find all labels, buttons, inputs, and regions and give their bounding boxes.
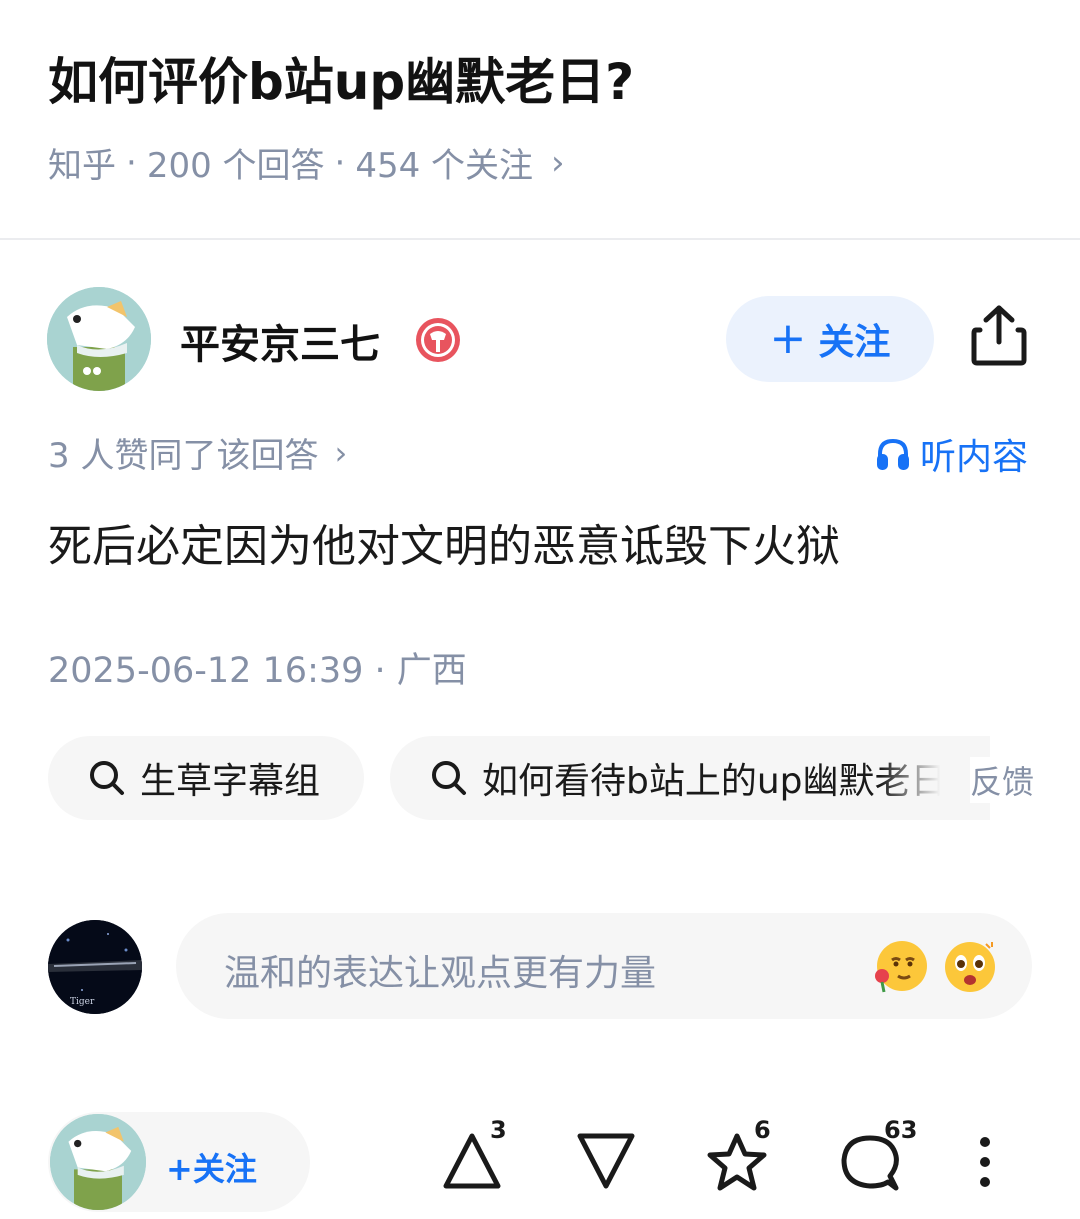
question-source: 知乎 bbox=[48, 146, 116, 186]
avatar-caption: Tiger bbox=[70, 997, 95, 1007]
emoji-surprised-icon[interactable] bbox=[942, 938, 998, 994]
votes-line[interactable]: 3 人赞同了该回答 › bbox=[48, 428, 347, 477]
author-avatar[interactable] bbox=[50, 1114, 146, 1210]
search-tag[interactable]: 生草字幕组 bbox=[48, 736, 364, 820]
emoji-rose-icon[interactable] bbox=[872, 938, 928, 994]
upvote-count: 3 bbox=[490, 1116, 507, 1144]
downvote-icon[interactable] bbox=[574, 1130, 638, 1198]
chevron-right-icon: › bbox=[334, 433, 348, 472]
listen-label: 听内容 bbox=[920, 437, 1029, 478]
search-tag-label: 生草字幕组 bbox=[140, 761, 321, 802]
follow-button[interactable]: + 关注 bbox=[726, 296, 934, 382]
headphone-icon bbox=[877, 438, 909, 470]
badge-icon bbox=[414, 316, 462, 364]
author-avatar[interactable] bbox=[47, 287, 151, 391]
search-icon bbox=[90, 761, 124, 795]
favorite-count: 6 bbox=[754, 1116, 771, 1144]
more-icon[interactable] bbox=[970, 1134, 1000, 1190]
separator-dot: · bbox=[126, 142, 137, 183]
question-title[interactable]: 如何评价b站up幽默老日? bbox=[48, 42, 634, 114]
separator-dot: · bbox=[334, 142, 346, 183]
divider bbox=[0, 238, 1080, 240]
plus-icon: + bbox=[769, 313, 807, 364]
comment-placeholder[interactable]: 温和的表达让观点更有力量 bbox=[224, 944, 656, 996]
follow-label: 关注 bbox=[818, 322, 891, 363]
bottom-follow-button[interactable]: +关注 bbox=[166, 1144, 257, 1190]
question-answer-count: 200 个回答 bbox=[146, 146, 325, 186]
search-icon bbox=[432, 761, 466, 795]
user-avatar[interactable]: Tiger bbox=[48, 920, 142, 1014]
answer-text[interactable]: 死后必定因为他对文明的恶意诋毁下火狱 bbox=[48, 510, 840, 574]
feedback-link[interactable]: 反馈 bbox=[970, 757, 1035, 803]
chevron-right-icon: › bbox=[551, 142, 565, 183]
comment-count: 63 bbox=[884, 1116, 918, 1144]
listen-button[interactable]: 听内容 bbox=[876, 428, 1028, 480]
question-meta[interactable]: 知乎 · 200 个回答 · 454 个关注 › bbox=[48, 138, 565, 187]
share-icon[interactable] bbox=[968, 302, 1030, 368]
answer-timestamp: 2025-06-12 16:39 · 广西 bbox=[48, 651, 467, 691]
question-follow-count: 454 个关注 bbox=[355, 146, 534, 186]
search-tag-label: 如何看待b站上的up幽默老日 bbox=[482, 761, 947, 802]
author-name[interactable]: 平安京三七 bbox=[180, 312, 380, 370]
votes-text: 3 人赞同了该回答 bbox=[48, 436, 319, 476]
